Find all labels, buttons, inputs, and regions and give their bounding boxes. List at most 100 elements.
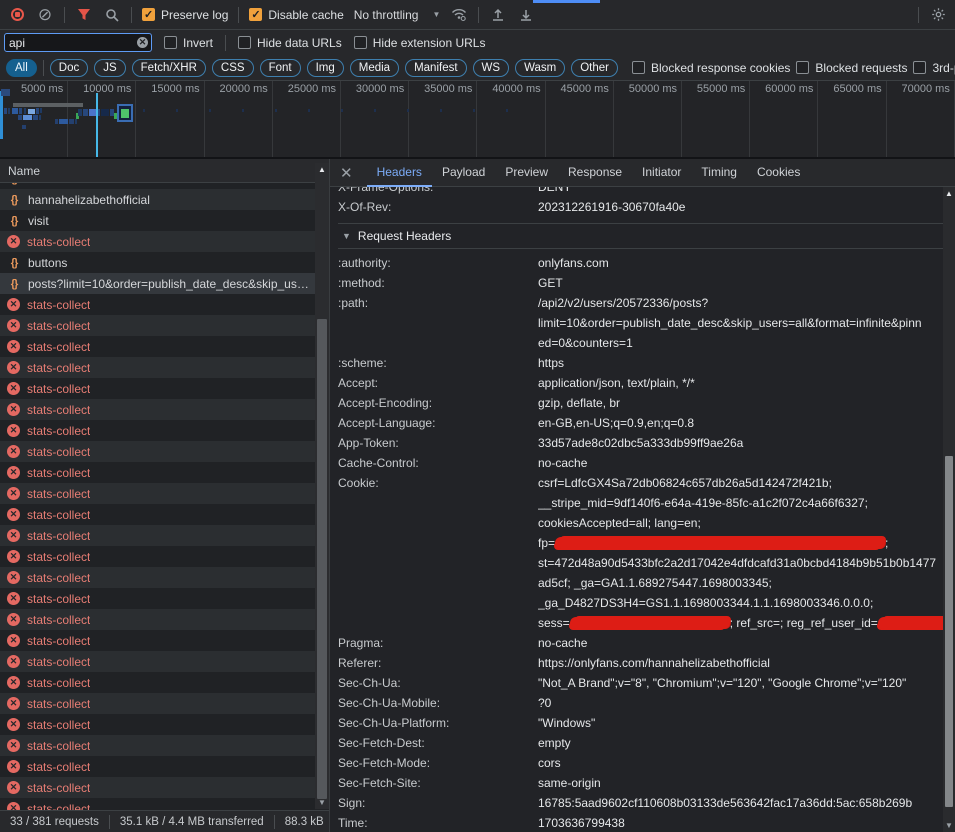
request-row[interactable]: ✕stats-collect [0, 336, 315, 357]
hide-extension-urls-checkbox[interactable]: Hide extension URLs [354, 36, 486, 50]
header-row: Sec-Fetch-Dest:empty [338, 733, 943, 753]
request-row[interactable]: ✕stats-collect [0, 756, 315, 777]
clear-icon[interactable]: ⊘ [36, 6, 54, 24]
blocked-requests-checkbox[interactable]: Blocked requests [796, 61, 907, 75]
request-row[interactable]: ✕stats-collect [0, 546, 315, 567]
header-name: Accept-Language: [338, 413, 538, 433]
request-row[interactable]: ✕stats-collect [0, 798, 315, 810]
request-row[interactable]: ✕stats-collect [0, 735, 315, 756]
filter-chip-doc[interactable]: Doc [50, 59, 88, 77]
request-headers-section[interactable]: ▼ Request Headers [338, 223, 955, 249]
request-name: stats-collect [27, 319, 90, 333]
close-icon[interactable]: ✕ [340, 164, 353, 182]
filter-chip-fetch-xhr[interactable]: Fetch/XHR [132, 59, 206, 77]
request-row[interactable]: ✕stats-collect [0, 504, 315, 525]
details-scrollbar[interactable]: ▲ ▼ [943, 187, 955, 832]
request-row[interactable]: {}visit [0, 210, 315, 231]
filter-chip-font[interactable]: Font [260, 59, 301, 77]
request-row[interactable]: {}hannahelizabethofficial [0, 189, 315, 210]
filter-chip-other[interactable]: Other [571, 59, 618, 77]
header-name: Cache-Control: [338, 453, 538, 473]
filter-chip-js[interactable]: JS [94, 59, 125, 77]
search-icon[interactable] [103, 6, 121, 24]
request-row[interactable]: {}posts?limit=10&order=publish_date_desc… [0, 273, 315, 294]
export-har-icon[interactable] [517, 6, 535, 24]
request-row[interactable]: ✕stats-collect [0, 378, 315, 399]
settings-gear-icon[interactable] [929, 6, 947, 24]
filter-icon[interactable] [75, 6, 93, 24]
request-row[interactable]: ✕stats-collect [0, 525, 315, 546]
request-row[interactable]: ✕stats-collect [0, 462, 315, 483]
filter-chip-css[interactable]: CSS [212, 59, 254, 77]
header-value: application/json, text/plain, */* [538, 373, 943, 393]
request-row[interactable]: ✕stats-collect [0, 777, 315, 798]
request-row[interactable]: ✕stats-collect [0, 630, 315, 651]
timeline-overview[interactable]: 5000 ms10000 ms15000 ms20000 ms25000 ms3… [0, 81, 955, 159]
request-name: stats-collect [27, 718, 90, 732]
filter-chip-ws[interactable]: WS [473, 59, 510, 77]
throttling-select[interactable]: No throttling ▼ [354, 8, 441, 22]
scrollbar-thumb[interactable] [317, 319, 327, 799]
scroll-down-icon[interactable]: ▼ [943, 821, 955, 830]
header-value: https://onlyfans.com/hannahelizabethoffi… [538, 653, 943, 673]
progress-strip [533, 0, 600, 3]
request-row[interactable]: ✕stats-collect [0, 651, 315, 672]
filter-chip-media[interactable]: Media [350, 59, 399, 77]
request-row[interactable]: ✕stats-collect [0, 672, 315, 693]
request-row[interactable]: ✕stats-collect [0, 567, 315, 588]
header-name: Accept: [338, 373, 538, 393]
request-row[interactable]: ✕stats-collect [0, 714, 315, 735]
filter-chip-all[interactable]: All [6, 59, 37, 77]
request-row[interactable]: ✕stats-collect [0, 693, 315, 714]
filter-chip-manifest[interactable]: Manifest [405, 59, 466, 77]
hide-data-urls-checkbox[interactable]: Hide data URLs [238, 36, 342, 50]
tab-preview[interactable]: Preview [495, 159, 558, 187]
disable-cache-checkbox[interactable]: Disable cache [249, 8, 343, 22]
request-row[interactable]: {}buttons [0, 252, 315, 273]
header-row: Time:1703636799438 [338, 813, 943, 832]
name-column-header[interactable]: Name [0, 159, 329, 183]
scrollbar-thumb[interactable] [945, 456, 953, 807]
third-party-requests-label: 3rd-party requests [932, 61, 955, 75]
tab-timing[interactable]: Timing [691, 159, 747, 187]
filter-chip-img[interactable]: Img [307, 59, 344, 77]
network-main: Name {}init{}hannahelizabethofficial{}vi… [0, 159, 955, 832]
scroll-up-icon[interactable]: ▲ [315, 165, 329, 174]
record-button[interactable] [8, 6, 26, 24]
request-row[interactable]: ✕stats-collect [0, 357, 315, 378]
header-name: Sec-Fetch-Dest: [338, 733, 538, 753]
request-row[interactable]: ✕stats-collect [0, 399, 315, 420]
tab-headers[interactable]: Headers [367, 159, 432, 187]
clear-filter-icon[interactable]: ✕ [137, 37, 148, 48]
filter-input[interactable] [5, 36, 125, 50]
tab-response[interactable]: Response [558, 159, 632, 187]
request-row[interactable]: ✕stats-collect [0, 420, 315, 441]
scroll-down-icon[interactable]: ▼ [315, 798, 329, 807]
network-conditions-icon[interactable] [450, 6, 468, 24]
waterfall-bar [23, 115, 32, 120]
import-har-icon[interactable] [489, 6, 507, 24]
filter-chip-wasm[interactable]: Wasm [515, 59, 565, 77]
tab-payload[interactable]: Payload [432, 159, 495, 187]
preserve-log-checkbox[interactable]: Preserve log [142, 8, 228, 22]
waterfall-bar [36, 108, 39, 114]
invert-checkbox[interactable]: Invert [164, 36, 213, 50]
tab-initiator[interactable]: Initiator [632, 159, 691, 187]
request-row[interactable]: ✕stats-collect [0, 315, 315, 336]
request-row[interactable]: ✕stats-collect [0, 441, 315, 462]
request-name: init [28, 183, 43, 186]
header-name: X-Frame-Options: [338, 187, 538, 197]
tab-cookies[interactable]: Cookies [747, 159, 810, 187]
scroll-up-icon[interactable]: ▲ [943, 189, 955, 198]
request-list-scrollbar[interactable]: ▲ ▼ [315, 163, 329, 809]
request-row[interactable]: ✕stats-collect [0, 231, 315, 252]
waterfall-bar [143, 109, 145, 112]
timeline-column: 30000 ms [341, 81, 409, 157]
request-row[interactable]: ✕stats-collect [0, 483, 315, 504]
third-party-requests-checkbox[interactable]: 3rd-party requests [913, 61, 955, 75]
request-row[interactable]: ✕stats-collect [0, 294, 315, 315]
request-row[interactable]: ✕stats-collect [0, 588, 315, 609]
blocked-response-cookies-checkbox[interactable]: Blocked response cookies [632, 61, 790, 75]
error-icon: ✕ [7, 760, 20, 773]
request-row[interactable]: ✕stats-collect [0, 609, 315, 630]
